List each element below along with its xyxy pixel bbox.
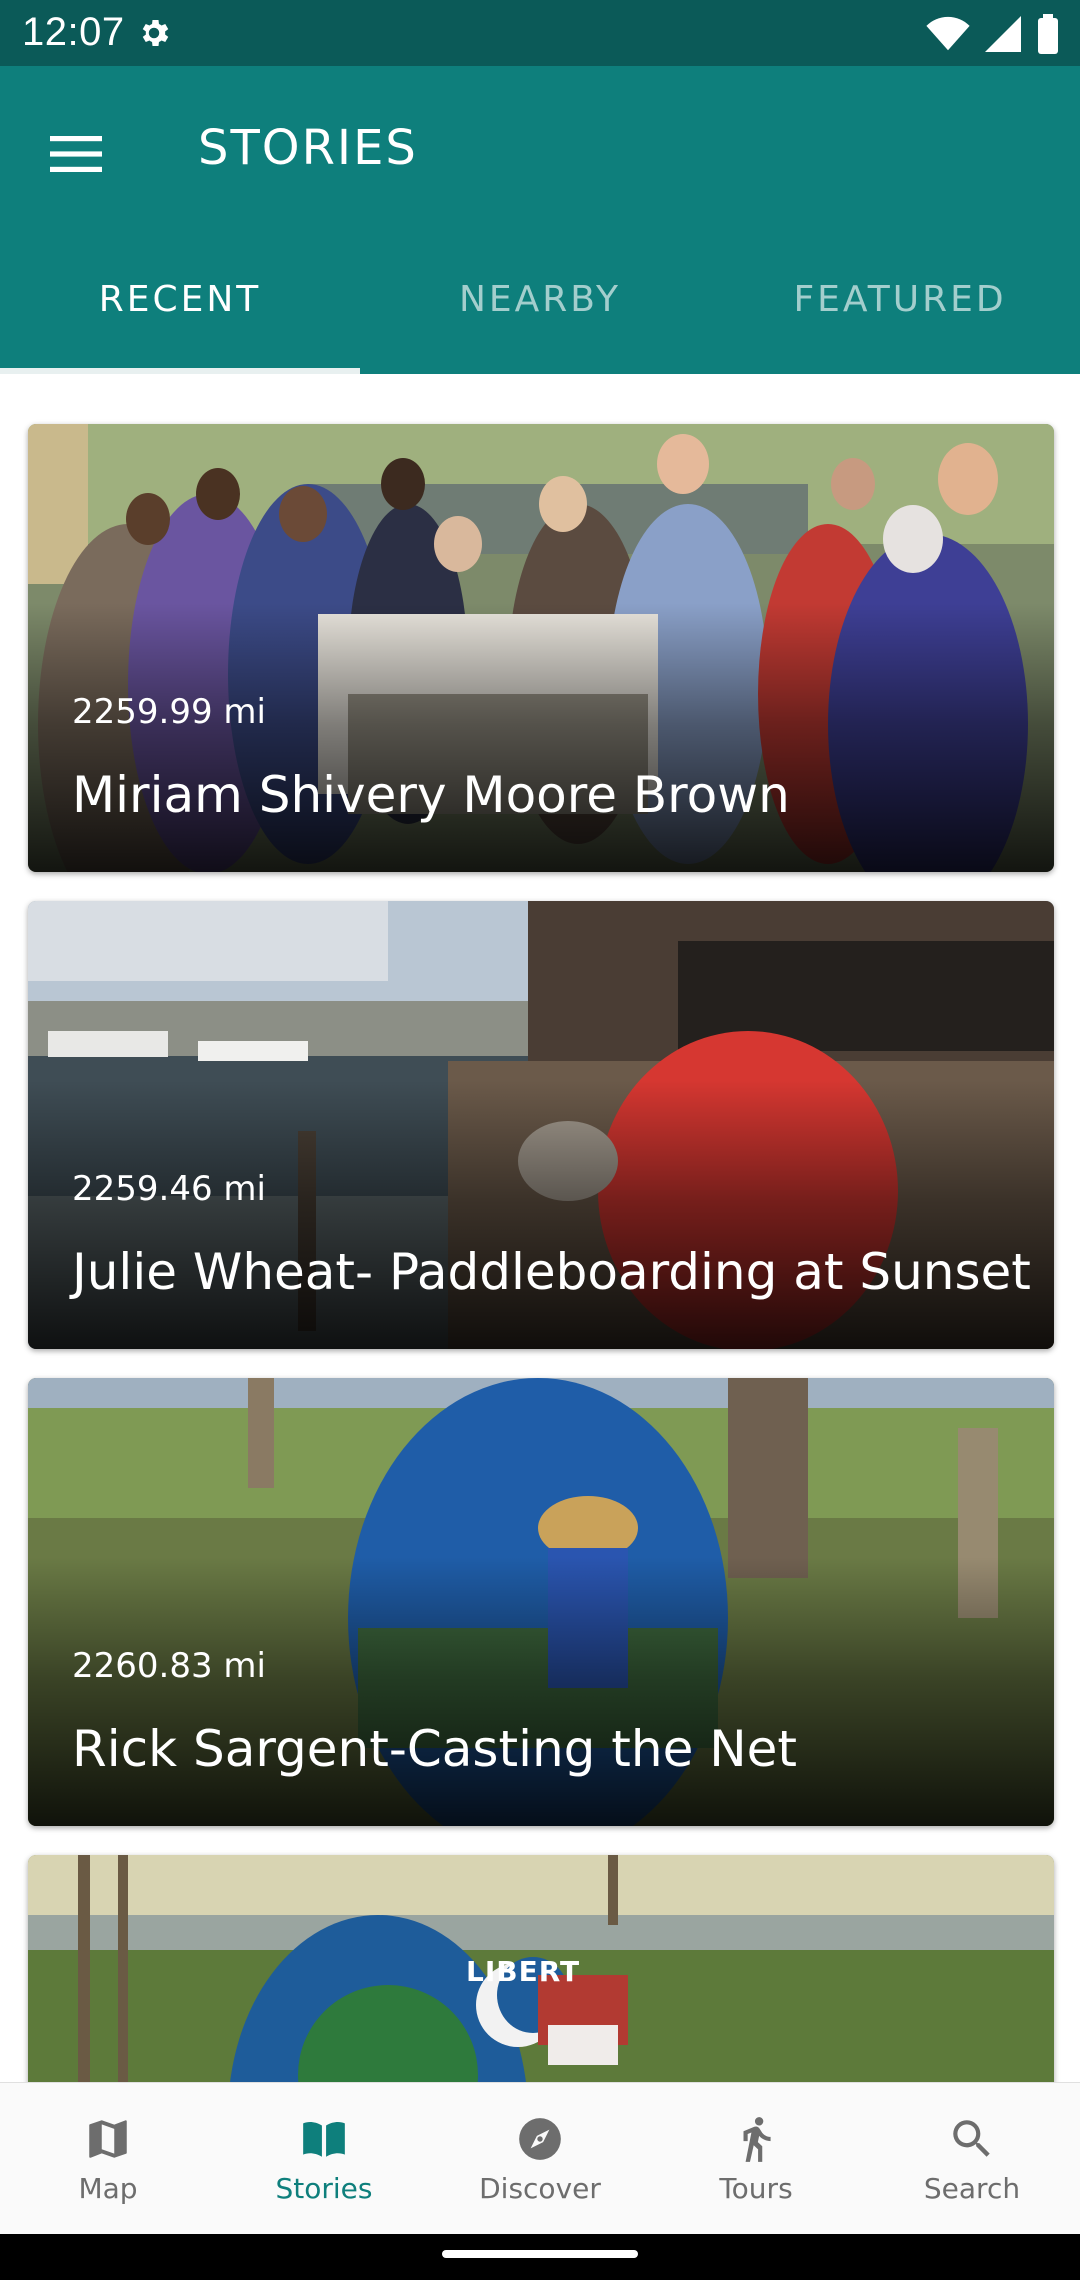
- cellular-signal-icon: [985, 16, 1021, 52]
- story-card[interactable]: 2259.46 mi Julie Wheat- Paddleboarding a…: [28, 901, 1054, 1349]
- story-title: Rick Sargent-Casting the Net: [72, 1720, 797, 1778]
- gesture-bar: [0, 2234, 1080, 2280]
- tab-nearby[interactable]: NEARBY: [360, 224, 720, 374]
- compass-icon: [519, 2117, 561, 2160]
- tab-bar: RECENT NEARBY FEATURED: [0, 224, 1080, 374]
- search-icon: [953, 2119, 990, 2157]
- story-card[interactable]: 2259.99 mi Miriam Shivery Moore Brown: [28, 424, 1054, 872]
- bottom-navigation: Map Stories Discover Tours Search: [0, 2082, 1080, 2235]
- walking-icon: [743, 2116, 771, 2162]
- card-shade: [28, 603, 1054, 872]
- page-title: STORIES: [198, 120, 418, 176]
- map-icon: [89, 2119, 127, 2158]
- nav-stories[interactable]: Stories: [216, 2083, 432, 2235]
- story-distance: 2259.99 mi: [72, 692, 266, 732]
- battery-icon: [1038, 14, 1058, 54]
- status-icons: [926, 14, 1060, 54]
- hamburger-menu-icon: [50, 136, 102, 172]
- nav-discover[interactable]: Discover: [432, 2083, 648, 2235]
- nav-tours[interactable]: Tours: [648, 2083, 864, 2235]
- status-bar: 12:07: [0, 0, 1080, 66]
- nav-label: Tours: [719, 2171, 793, 2205]
- book-icon: [303, 2121, 345, 2157]
- settings-gear-icon: [142, 19, 169, 47]
- tab-featured[interactable]: FEATURED: [720, 224, 1080, 374]
- nav-search[interactable]: Search: [864, 2083, 1080, 2235]
- wifi-icon: [926, 16, 970, 51]
- story-list: 2259.99 mi Miriam Shivery Moore Brown 22…: [0, 374, 1080, 2082]
- story-title: Miriam Shivery Moore Brown: [72, 766, 790, 824]
- tab-recent[interactable]: RECENT: [0, 224, 360, 374]
- home-gesture-handle[interactable]: [442, 2250, 638, 2258]
- app-bar: STORIES RECENT NEARBY FEATURED: [0, 66, 1080, 374]
- card-shade: [28, 1557, 1054, 1826]
- story-card[interactable]: LIBERT: [28, 1855, 1054, 2082]
- nav-label: Map: [78, 2171, 138, 2205]
- nav-map[interactable]: Map: [0, 2083, 216, 2235]
- card-shade: [28, 1080, 1054, 1349]
- story-title: Julie Wheat- Paddleboarding at Sunset: [72, 1243, 1031, 1301]
- nav-label: Search: [923, 2171, 1021, 2205]
- rock-painted-text: LIBERT: [466, 1955, 581, 1988]
- nav-label: Stories: [275, 2171, 373, 2205]
- menu-button[interactable]: [40, 118, 112, 190]
- nav-label: Discover: [479, 2171, 601, 2205]
- status-time: 12:07: [22, 10, 125, 54]
- story-card[interactable]: 2260.83 mi Rick Sargent-Casting the Net: [28, 1378, 1054, 1826]
- story-distance: 2259.46 mi: [72, 1169, 266, 1209]
- story-distance: 2260.83 mi: [72, 1646, 266, 1686]
